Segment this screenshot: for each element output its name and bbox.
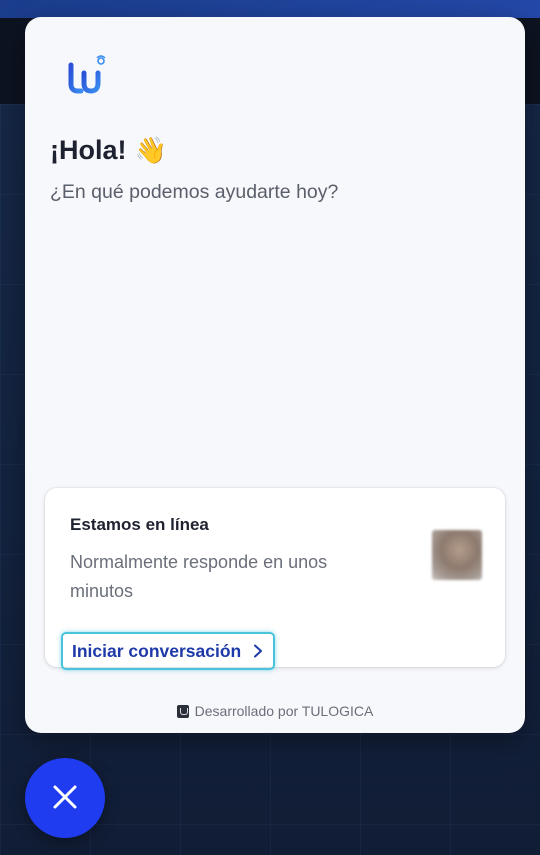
start-conversation-label: Iniciar conversación: [72, 640, 242, 661]
status-description: Normalmente responde en unos minutos: [70, 552, 328, 601]
greeting-subtitle: ¿En qué podemos ayudarte hoy?: [50, 181, 339, 203]
start-conversation-button[interactable]: Iniciar conversación: [61, 632, 276, 670]
chat-widget-panel: ¡Hola! 👋 ¿En qué podemos ayudarte hoy? Es…: [25, 17, 525, 733]
tulogica-brand-icon: [176, 705, 189, 718]
agent-avatar: [432, 530, 482, 580]
status-title: Estamos en línea: [70, 515, 209, 534]
greeting-text: ¡Hola!: [50, 135, 127, 165]
close-icon: [52, 784, 78, 813]
chevron-right-icon: [253, 644, 263, 658]
powered-by-text: Desarrollado por TULOGICA: [194, 703, 374, 719]
greeting-heading: ¡Hola! 👋: [50, 135, 167, 166]
browser-topbar: [0, 0, 540, 18]
close-widget-button[interactable]: [25, 758, 105, 838]
powered-by-footer[interactable]: Desarrollado por TULOGICA: [25, 703, 525, 719]
tulogica-logo-icon: [63, 53, 109, 99]
waving-hand-icon: 👋: [134, 136, 167, 166]
status-card: Estamos en línea Normalmente responde en…: [45, 488, 505, 670]
